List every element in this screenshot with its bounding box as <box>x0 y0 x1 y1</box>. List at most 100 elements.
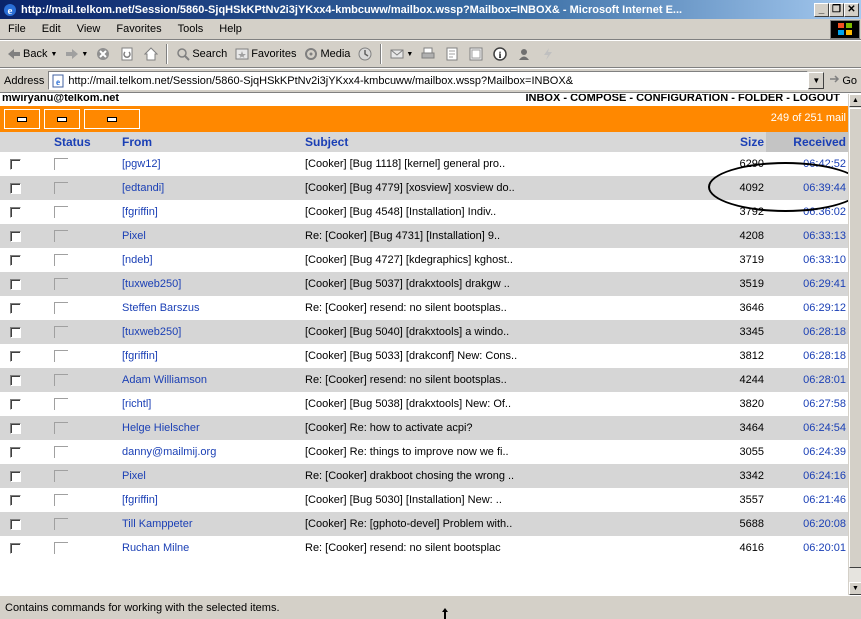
scroll-up-arrow-icon[interactable]: ▲ <box>849 94 861 107</box>
stop-button[interactable] <box>91 43 115 66</box>
menu-favorites[interactable]: Favorites <box>108 23 169 35</box>
address-input[interactable]: e http://mail.telkom.net/Session/5860-Sj… <box>48 71 809 90</box>
message-from[interactable]: [fgriffin] <box>122 494 305 506</box>
message-subject[interactable]: Re: [Cooker] [Bug 4731] [Installation] 9… <box>305 230 701 242</box>
message-from[interactable]: Ruchan Milne <box>122 542 305 554</box>
message-subject[interactable]: [Cooker] [Bug 4548] [Installation] Indiv… <box>305 206 701 218</box>
message-row[interactable]: [edtandi] [Cooker] [Bug 4779] [xosview] x… <box>0 176 848 200</box>
message-from[interactable]: Adam Williamson <box>122 374 305 386</box>
select-checkbox[interactable] <box>9 398 21 410</box>
menu-help[interactable]: Help <box>211 23 250 35</box>
history-button[interactable] <box>353 43 377 66</box>
refresh-button[interactable] <box>115 43 139 66</box>
select-checkbox[interactable] <box>9 422 21 434</box>
message-from[interactable]: Pixel <box>122 470 305 482</box>
message-row[interactable]: [tuxweb250] [Cooker] [Bug 5037] [drakxtoo… <box>0 272 848 296</box>
message-subject[interactable]: [Cooker] Re: how to activate acpi? <box>305 422 701 434</box>
message-row[interactable]: Pixel Re: [Cooker] drakboot chosing the w… <box>0 464 848 488</box>
select-checkbox[interactable] <box>9 326 21 338</box>
message-row[interactable]: danny@mailmij.org [Cooker] Re: things to … <box>0 440 848 464</box>
message-subject[interactable]: [Cooker] [Bug 4779] [xosview] xosview do… <box>305 182 701 194</box>
forward-button[interactable]: ▼ <box>60 43 91 66</box>
scroll-thumb[interactable] <box>849 108 861 568</box>
message-subject[interactable]: Re: [Cooker] resend: no silent bootsplac <box>305 542 701 554</box>
message-row[interactable]: [fgriffin] [Cooker] [Bug 5033] [drakconf]… <box>0 344 848 368</box>
media-button[interactable]: Media <box>299 43 353 66</box>
message-from[interactable]: [edtandi] <box>122 182 305 194</box>
action-button-2[interactable] <box>44 109 80 129</box>
message-subject[interactable]: Re: [Cooker] resend: no silent bootsplas… <box>305 302 701 314</box>
maximize-button[interactable]: ❐ <box>829 2 844 17</box>
message-from[interactable]: [tuxweb250] <box>122 278 305 290</box>
forward-dropdown-icon[interactable]: ▼ <box>81 51 88 58</box>
favorites-button[interactable]: Favorites <box>230 43 299 66</box>
address-dropdown-icon[interactable]: ▼ <box>808 72 825 89</box>
action-button-3[interactable] <box>84 109 140 129</box>
mail-nav-links[interactable]: INBOX - COMPOSE - CONFIGURATION - FOLDER… <box>525 94 840 104</box>
select-checkbox[interactable] <box>9 302 21 314</box>
message-subject[interactable]: [Cooker] [Bug 1118] [kernel] general pro… <box>305 158 701 170</box>
from-column-header[interactable]: From <box>122 135 305 149</box>
select-checkbox[interactable] <box>9 350 21 362</box>
message-row[interactable]: [fgriffin] [Cooker] [Bug 4548] [Installat… <box>0 200 848 224</box>
back-button[interactable]: Back ▼ <box>2 43 60 66</box>
message-row[interactable]: Pixel Re: [Cooker] [Bug 4731] [Installati… <box>0 224 848 248</box>
vertical-scrollbar[interactable]: ▲ ▼ <box>848 94 861 595</box>
menu-tools[interactable]: Tools <box>170 23 212 35</box>
menu-file[interactable]: File <box>0 23 34 35</box>
message-row[interactable]: [ndeb] [Cooker] [Bug 4727] [kdegraphics] … <box>0 248 848 272</box>
print-button[interactable] <box>416 43 440 66</box>
message-from[interactable]: [tuxweb250] <box>122 326 305 338</box>
scroll-down-arrow-icon[interactable]: ▼ <box>849 582 861 595</box>
message-row[interactable]: Till Kamppeter [Cooker] Re: [gphoto-devel… <box>0 512 848 536</box>
message-row[interactable]: [fgriffin] [Cooker] [Bug 5030] [Installat… <box>0 488 848 512</box>
select-checkbox[interactable] <box>9 518 21 530</box>
info-button[interactable]: i <box>488 43 512 66</box>
message-from[interactable]: Steffen Barszus <box>122 302 305 314</box>
message-from[interactable]: [richtl] <box>122 398 305 410</box>
mail-dropdown-icon[interactable]: ▼ <box>406 51 413 58</box>
message-row[interactable]: Adam Williamson Re: [Cooker] resend: no s… <box>0 368 848 392</box>
message-row[interactable]: [pgw12] [Cooker] [Bug 1118] [kernel] gene… <box>0 152 848 176</box>
size-column-header[interactable]: Size <box>701 135 766 149</box>
message-from[interactable]: Helge Hielscher <box>122 422 305 434</box>
discuss-button[interactable] <box>464 43 488 66</box>
message-row[interactable]: [richtl] [Cooker] [Bug 5038] [drakxtools]… <box>0 392 848 416</box>
action-button-1[interactable] <box>4 109 40 129</box>
message-from[interactable]: [fgriffin] <box>122 206 305 218</box>
message-row[interactable]: [tuxweb250] [Cooker] [Bug 5040] [drakxtoo… <box>0 320 848 344</box>
menu-edit[interactable]: Edit <box>34 23 69 35</box>
select-checkbox[interactable] <box>9 158 21 170</box>
message-from[interactable]: [fgriffin] <box>122 350 305 362</box>
message-from[interactable]: Pixel <box>122 230 305 242</box>
message-from[interactable]: [ndeb] <box>122 254 305 266</box>
message-subject[interactable]: Re: [Cooker] drakboot chosing the wrong … <box>305 470 701 482</box>
message-from[interactable]: [pgw12] <box>122 158 305 170</box>
close-button[interactable]: ✕ <box>844 2 859 17</box>
message-row[interactable]: Ruchan Milne Re: [Cooker] resend: no sile… <box>0 536 848 560</box>
messenger-button[interactable] <box>512 43 536 66</box>
select-checkbox[interactable] <box>9 254 21 266</box>
message-from[interactable]: danny@mailmij.org <box>122 446 305 458</box>
research-button[interactable] <box>536 43 560 66</box>
status-column-header[interactable]: Status <box>30 135 122 149</box>
subject-column-header[interactable]: Subject <box>305 135 701 149</box>
select-checkbox[interactable] <box>9 182 21 194</box>
select-checkbox[interactable] <box>9 494 21 506</box>
message-from[interactable]: Till Kamppeter <box>122 518 305 530</box>
message-subject[interactable]: [Cooker] [Bug 5040] [drakxtools] a windo… <box>305 326 701 338</box>
select-checkbox[interactable] <box>9 230 21 242</box>
received-column-header[interactable]: Received <box>766 132 848 152</box>
select-checkbox[interactable] <box>9 206 21 218</box>
message-subject[interactable]: [Cooker] [Bug 5037] [drakxtools] drakgw … <box>305 278 701 290</box>
message-row[interactable]: Steffen Barszus Re: [Cooker] resend: no s… <box>0 296 848 320</box>
go-button[interactable]: Go <box>828 73 857 88</box>
message-row[interactable]: Helge Hielscher [Cooker] Re: how to activ… <box>0 416 848 440</box>
select-checkbox[interactable] <box>9 470 21 482</box>
mail-button[interactable]: ▼ <box>385 43 416 66</box>
search-button[interactable]: Search <box>171 43 230 66</box>
message-subject[interactable]: [Cooker] [Bug 5033] [drakconf] New: Cons… <box>305 350 701 362</box>
home-button[interactable] <box>139 43 163 66</box>
message-subject[interactable]: [Cooker] [Bug 5030] [Installation] New: … <box>305 494 701 506</box>
edit-button[interactable] <box>440 43 464 66</box>
